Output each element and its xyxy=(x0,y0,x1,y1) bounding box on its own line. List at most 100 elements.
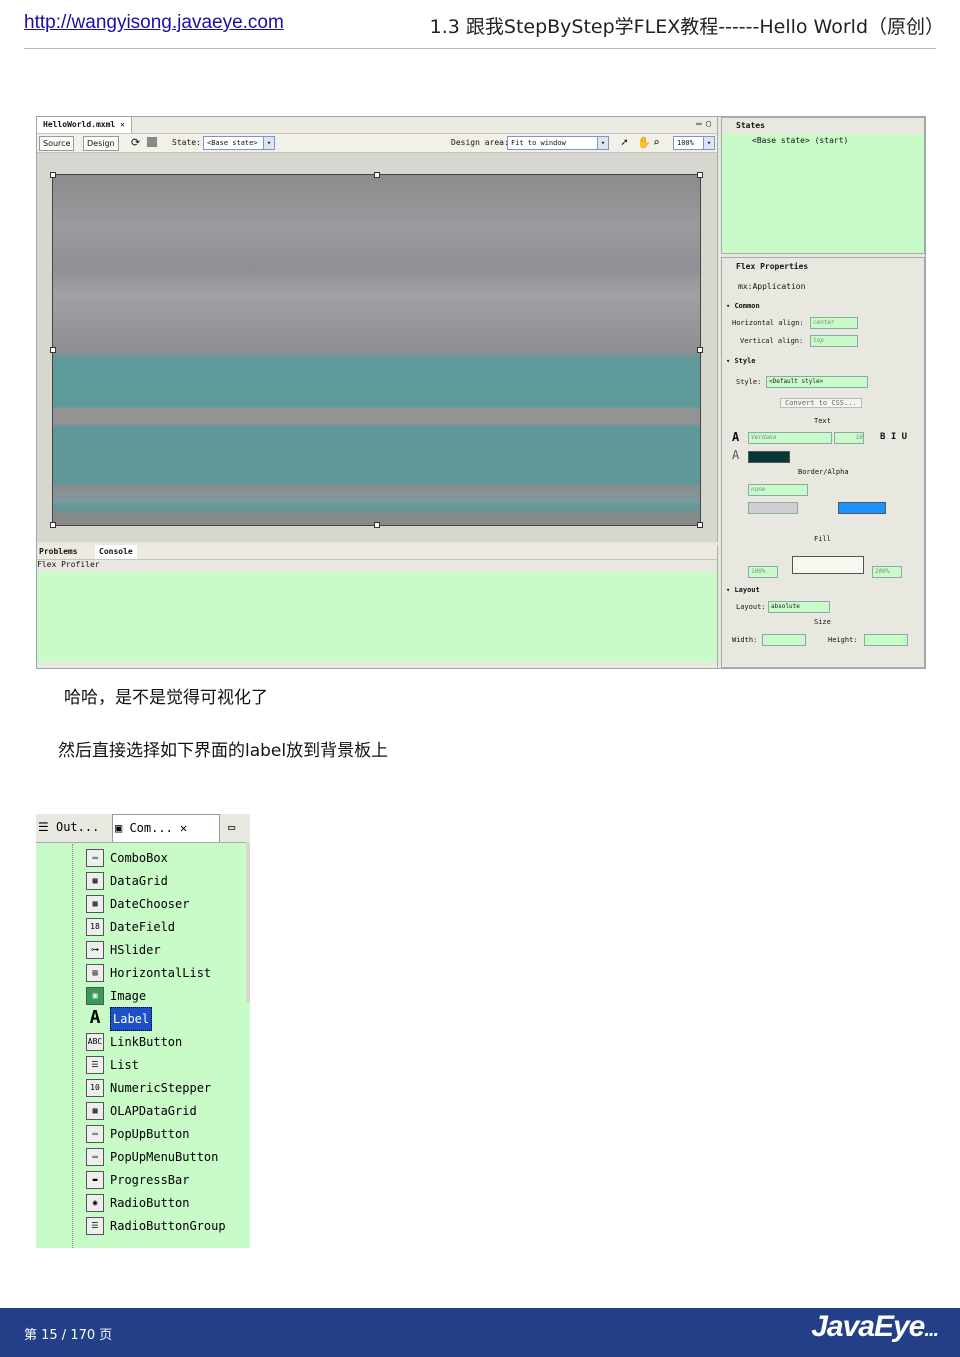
blog-link[interactable]: http://wangyisong.javaeye.com xyxy=(24,12,284,34)
refresh-icon[interactable]: ⟳ xyxy=(131,136,140,149)
halign-select[interactable]: center xyxy=(810,317,858,329)
flex-builder-screenshot: HelloWorld.mxml ✕ ▭ ▢ Source Design ⟳ St… xyxy=(36,116,926,669)
valign-select[interactable]: top xyxy=(810,335,858,347)
palette-item-datagrid[interactable]: ▦ DataGrid xyxy=(86,869,168,891)
resize-handle[interactable] xyxy=(697,347,703,353)
palette-item-progressbar[interactable]: ▬ ProgressBar xyxy=(86,1168,189,1190)
console-panel: Problems Console Flex Profiler xyxy=(37,545,718,668)
alpha-field-1[interactable]: 100% xyxy=(748,566,778,578)
close-icon[interactable]: ✕ xyxy=(180,821,187,835)
numericstepper-icon: 10 xyxy=(86,1078,104,1097)
height-field[interactable] xyxy=(864,634,908,646)
palette-item-list[interactable]: ☰ List xyxy=(86,1053,139,1075)
resize-handle[interactable] xyxy=(374,172,380,178)
palette-item-linkbutton[interactable]: ABC LinkButton xyxy=(86,1030,182,1052)
font-color-icon: A xyxy=(732,448,740,462)
resize-handle[interactable] xyxy=(50,522,56,528)
close-icon[interactable]: ✕ xyxy=(120,120,125,129)
style-select[interactable]: <Default style> xyxy=(766,376,868,388)
list-icon: ☰ xyxy=(86,1055,104,1074)
border-style-select[interactable]: none xyxy=(748,484,808,496)
tab-console[interactable]: Console xyxy=(95,545,137,559)
palette-item-popupmenubutton[interactable]: ▭ PopUpMenuButton xyxy=(86,1145,218,1167)
palette-item-label: DataGrid xyxy=(110,873,168,888)
palette-item-image[interactable]: ▣ Image xyxy=(86,984,146,1006)
resize-handle[interactable] xyxy=(697,172,703,178)
grid-icon[interactable] xyxy=(147,137,157,147)
zoom-select[interactable]: 100% ▾ xyxy=(673,136,715,150)
page-number: 第 15 / 170 页 xyxy=(24,1328,113,1343)
component-name: mx:Application xyxy=(738,282,806,291)
font-size-select[interactable]: 10 xyxy=(834,432,864,444)
border-color-swatch[interactable] xyxy=(748,502,798,514)
resize-handle[interactable] xyxy=(374,522,380,528)
palette-item-datechooser[interactable]: ▦ DateChooser xyxy=(86,892,189,914)
font-select[interactable]: Verdana xyxy=(748,432,832,444)
layout-select[interactable]: absolute xyxy=(768,601,830,613)
font-color-swatch[interactable] xyxy=(748,451,790,463)
bold-italic-underline[interactable]: B I U xyxy=(880,432,907,442)
datechooser-icon: ▦ xyxy=(86,894,104,913)
tab-components-label: Com... xyxy=(129,821,173,835)
properties-panel: Flex Properties mx:Application ▾ Common … xyxy=(721,257,925,668)
right-panels: States <Base state> (start) Flex Propert… xyxy=(721,117,925,668)
state-select[interactable]: <Base state> ▾ xyxy=(203,136,275,150)
convert-css-button[interactable]: Convert to CSS... xyxy=(780,398,862,408)
label-icon: A xyxy=(89,1007,101,1028)
editor-tab[interactable]: HelloWorld.mxml ✕ xyxy=(37,117,132,133)
application-canvas[interactable] xyxy=(50,172,703,528)
source-button[interactable]: Source xyxy=(39,136,75,151)
resize-handle[interactable] xyxy=(50,347,56,353)
fill-color-swatch[interactable] xyxy=(838,502,886,514)
scrollbar[interactable] xyxy=(246,842,250,1002)
palette-item-label: ProgressBar xyxy=(110,1172,190,1187)
alpha-field-2[interactable]: 100% xyxy=(872,566,902,578)
border-alpha-label: Border/Alpha xyxy=(798,468,849,476)
style-section[interactable]: ▾ Style xyxy=(726,357,756,365)
popupmenubutton-icon: ▭ xyxy=(86,1147,104,1166)
tab-problems[interactable]: Problems xyxy=(39,545,78,559)
common-section[interactable]: ▾ Common xyxy=(726,302,760,310)
design-button[interactable]: Design xyxy=(83,136,119,151)
palette-item-popupbutton[interactable]: ▭ PopUpButton xyxy=(86,1122,189,1144)
palette-item-olapdatagrid[interactable]: ▦ OLAPDataGrid xyxy=(86,1099,197,1121)
palette-item-label: RadioButton xyxy=(110,1195,190,1210)
tab-states[interactable]: States xyxy=(736,121,765,130)
palette-item-radiobutton[interactable]: ◉ RadioButton xyxy=(86,1191,189,1213)
palette-item-horizontallist[interactable]: ▤ HorizontalList xyxy=(86,961,211,983)
halign-label: Horizontal align: xyxy=(732,319,804,327)
states-panel: States <Base state> (start) xyxy=(721,117,925,254)
hand-icon[interactable]: ✋ xyxy=(637,136,651,149)
font-icon: A xyxy=(732,430,740,444)
design-area-select[interactable]: Fit to window ▾ xyxy=(507,136,609,150)
palette-item-label: HSlider xyxy=(110,942,161,957)
width-label: Width: xyxy=(732,636,758,644)
palette-item-datefield[interactable]: 18 DateField xyxy=(86,915,175,937)
javaeye-logo: JavaEye... xyxy=(811,1310,939,1344)
palette-item-label[interactable]: A Label xyxy=(86,1007,153,1031)
tab-outline[interactable]: ☰ Out... xyxy=(38,814,99,841)
palette-item-hslider[interactable]: ⊶ HSlider xyxy=(86,938,161,960)
radiobuttongroup-icon: ☰ xyxy=(86,1216,104,1235)
palette-item-label: DateField xyxy=(110,919,176,934)
palette-item-combobox[interactable]: ▭ ComboBox xyxy=(86,846,168,868)
zoom-icon[interactable]: ⌕ xyxy=(653,136,660,149)
chevron-down-icon: ▾ xyxy=(263,137,274,149)
minimize-icon[interactable]: ▭ xyxy=(228,814,235,841)
minimize-icon[interactable]: ▭ ▢ xyxy=(697,119,711,128)
palette-item-numericstepper[interactable]: 10 NumericStepper xyxy=(86,1076,211,1098)
resize-handle[interactable] xyxy=(697,522,703,528)
palette-item-radiobuttongroup[interactable]: ☰ RadioButtonGroup xyxy=(86,1214,226,1236)
logo-text: JavaEye xyxy=(811,1310,925,1343)
zoom-value: 100% xyxy=(677,139,694,147)
progressbar-icon: ▬ xyxy=(86,1170,104,1189)
tab-components[interactable]: ▣ Com... ✕ xyxy=(112,814,220,842)
editor-tab-label: HelloWorld.mxml xyxy=(43,120,116,129)
pointer-icon[interactable]: ➚ xyxy=(621,136,628,149)
tab-flex-properties[interactable]: Flex Properties xyxy=(736,262,808,271)
image-icon: ▣ xyxy=(86,986,104,1005)
width-field[interactable] xyxy=(762,634,806,646)
resize-handle[interactable] xyxy=(50,172,56,178)
layout-section[interactable]: ▾ Layout xyxy=(726,586,760,594)
base-state-item[interactable]: <Base state> (start) xyxy=(752,136,848,145)
